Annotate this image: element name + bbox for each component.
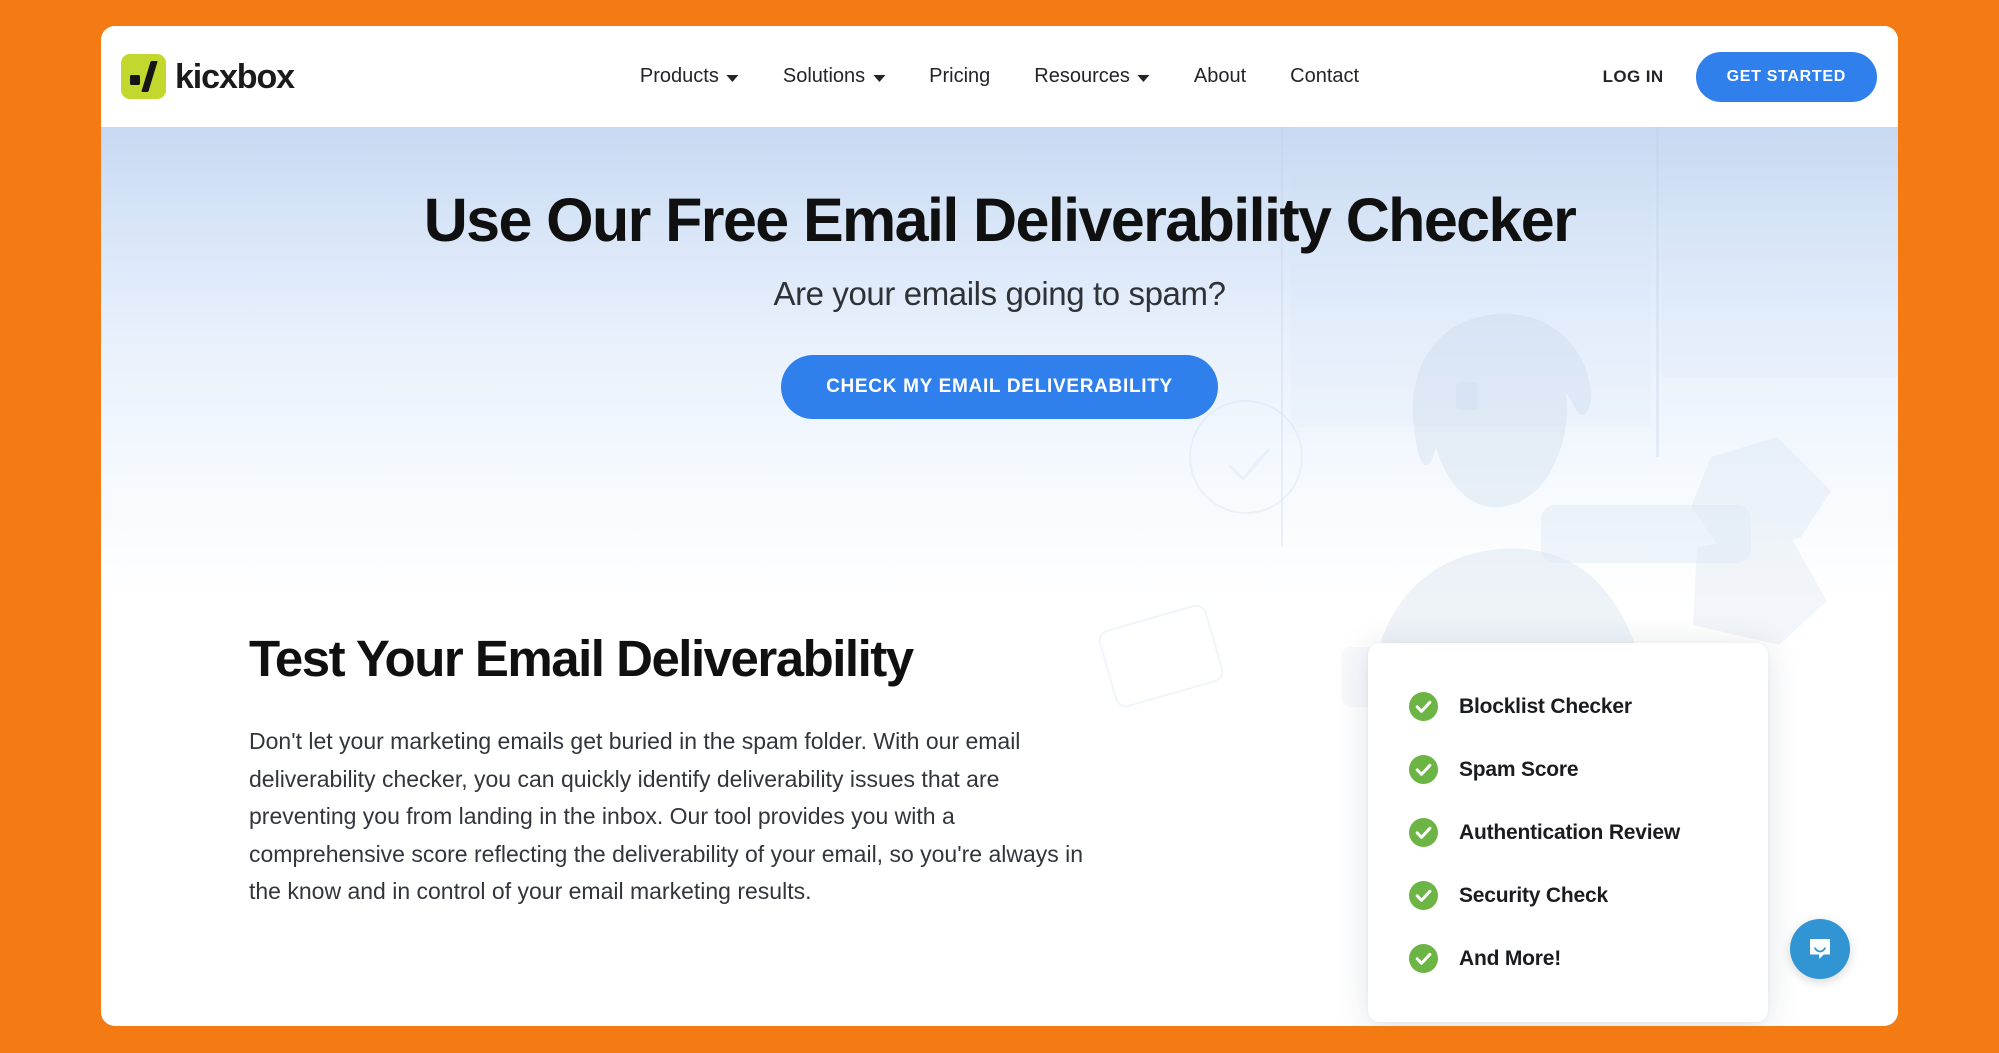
feature-label: Security Check bbox=[1459, 883, 1608, 907]
nav-item-resources[interactable]: Resources bbox=[1012, 55, 1172, 98]
nav-item-contact[interactable]: Contact bbox=[1268, 55, 1381, 98]
hero-subtitle: Are your emails going to spam? bbox=[773, 275, 1226, 313]
nav-item-label: Contact bbox=[1290, 65, 1360, 87]
brand-logo-link[interactable]: kicxbox bbox=[121, 54, 295, 99]
chat-launcher-button[interactable] bbox=[1790, 919, 1850, 979]
nav-actions: LOG IN GET STARTED bbox=[1603, 51, 1877, 102]
section-title: Test Your Email Deliverability bbox=[249, 630, 914, 687]
chevron-down-icon bbox=[873, 75, 886, 82]
page-shell: kicxbox Products Solutions Pricing Resou… bbox=[101, 26, 1898, 1026]
list-item: Authentication Review bbox=[1408, 817, 1728, 848]
feature-checklist-card: Blocklist Checker Spam Score Authenticat… bbox=[1368, 643, 1768, 1022]
feature-label: And More! bbox=[1459, 946, 1562, 970]
nav-item-label: About bbox=[1193, 65, 1247, 87]
feature-label: Blocklist Checker bbox=[1459, 694, 1632, 718]
chevron-down-icon bbox=[726, 75, 739, 82]
nav-item-label: Pricing bbox=[929, 65, 991, 87]
list-item: And More! bbox=[1408, 943, 1728, 974]
feature-list: Blocklist Checker Spam Score Authenticat… bbox=[1408, 691, 1728, 974]
main-content-section: Test Your Email Deliverability Don't let… bbox=[101, 616, 1898, 1022]
check-circle-icon bbox=[1408, 817, 1439, 848]
chat-bubble-smile-icon bbox=[1810, 939, 1830, 959]
nav-item-label: Products bbox=[639, 65, 719, 87]
nav-item-solutions[interactable]: Solutions bbox=[761, 55, 907, 98]
brand-name-label: kicxbox bbox=[175, 57, 295, 96]
primary-nav-menu: Products Solutions Pricing Resources Abo… bbox=[618, 55, 1381, 98]
chevron-down-icon bbox=[1137, 75, 1150, 82]
hero-content: Use Our Free Email Deliverability Checke… bbox=[101, 127, 1898, 420]
kickbox-slash-logo-icon bbox=[121, 54, 166, 99]
list-item: Security Check bbox=[1408, 880, 1728, 911]
check-circle-icon bbox=[1408, 754, 1439, 785]
log-in-link[interactable]: LOG IN bbox=[1603, 67, 1664, 87]
copy-column: Test Your Email Deliverability Don't let… bbox=[249, 616, 1119, 911]
nav-item-about[interactable]: About bbox=[1172, 55, 1268, 98]
hero-title: Use Our Free Email Deliverability Checke… bbox=[423, 186, 1577, 254]
check-circle-icon bbox=[1408, 880, 1439, 911]
feature-label: Spam Score bbox=[1459, 757, 1579, 781]
top-navigation-bar: kicxbox Products Solutions Pricing Resou… bbox=[101, 26, 1898, 127]
check-my-email-deliverability-button[interactable]: CHECK MY EMAIL DELIVERABILITY bbox=[781, 355, 1218, 420]
list-item: Blocklist Checker bbox=[1408, 691, 1728, 722]
section-body-text: Don't let your marketing emails get buri… bbox=[249, 728, 1084, 905]
nav-item-pricing[interactable]: Pricing bbox=[907, 55, 1012, 98]
check-circle-icon bbox=[1408, 943, 1439, 974]
list-item: Spam Score bbox=[1408, 754, 1728, 785]
get-started-button[interactable]: GET STARTED bbox=[1695, 51, 1877, 102]
check-circle-icon bbox=[1408, 691, 1439, 722]
nav-item-label: Solutions bbox=[782, 65, 866, 87]
feature-label: Authentication Review bbox=[1459, 820, 1680, 844]
nav-item-label: Resources bbox=[1034, 65, 1130, 87]
nav-item-products[interactable]: Products bbox=[618, 55, 761, 98]
